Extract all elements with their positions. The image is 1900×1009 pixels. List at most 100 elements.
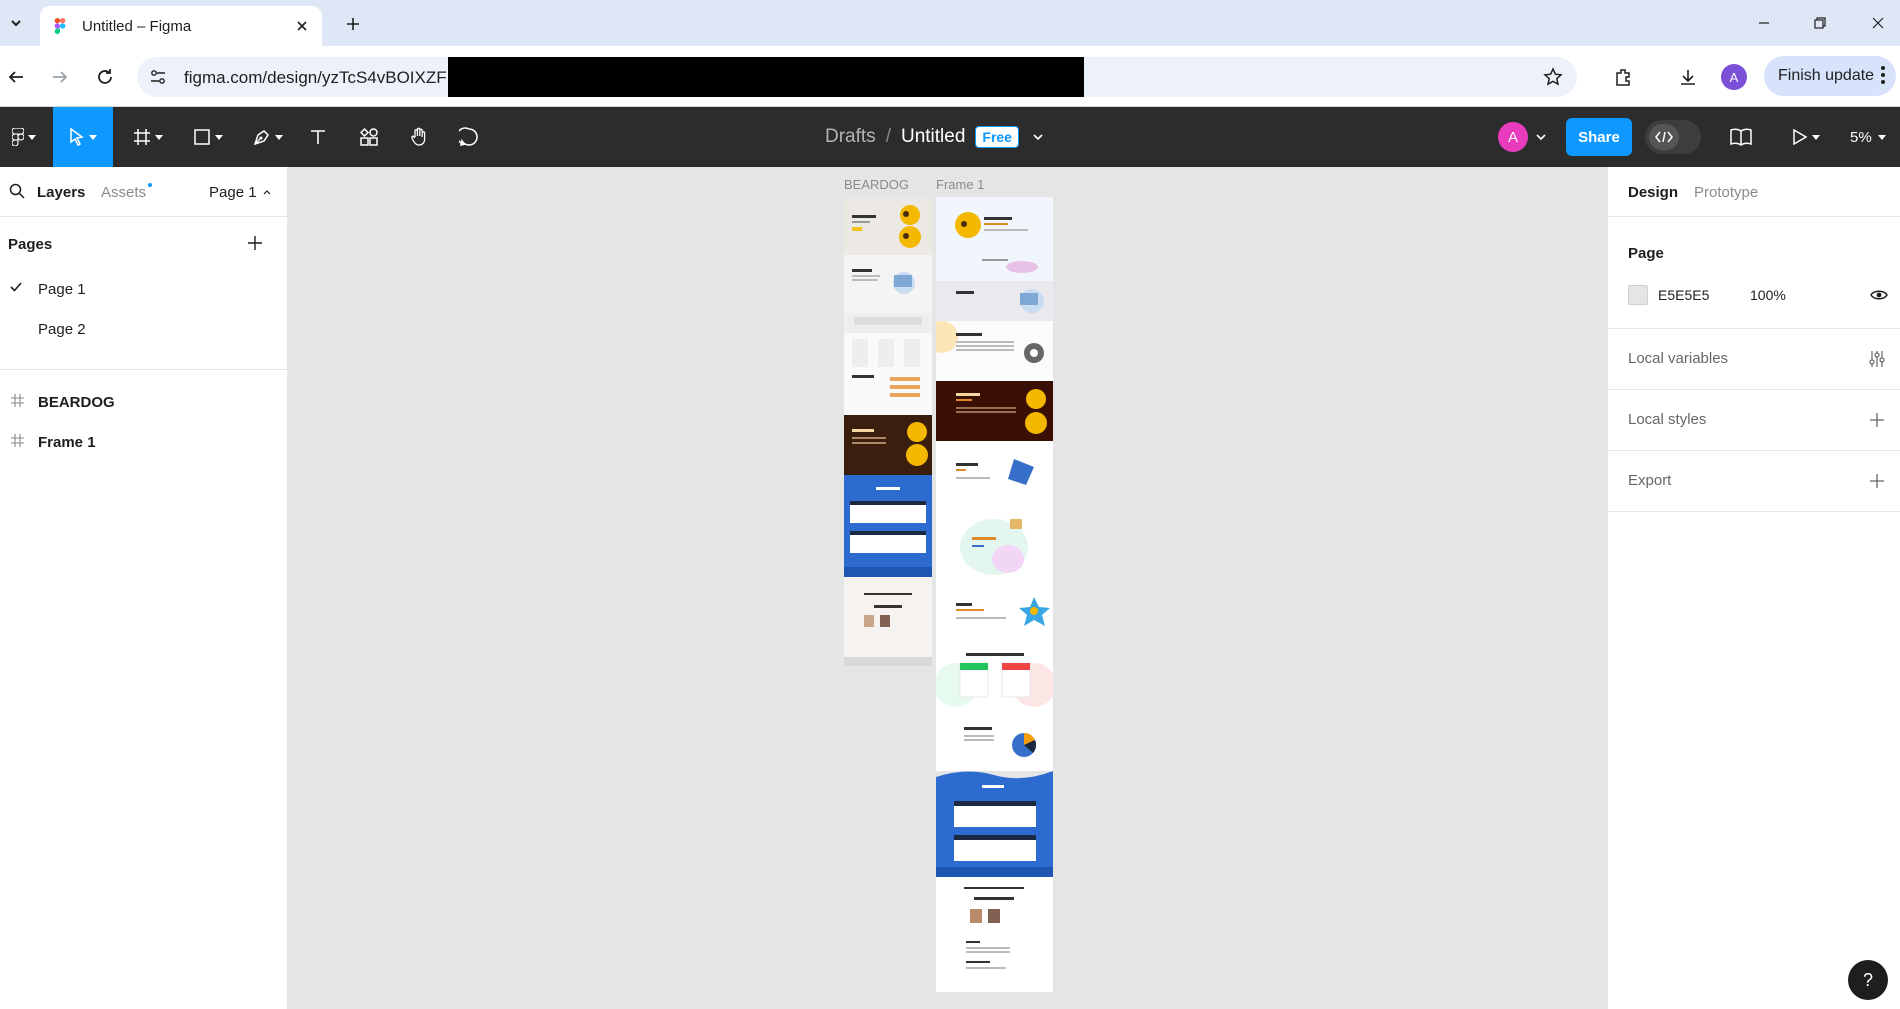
zoom-control[interactable]: 5%	[1850, 107, 1886, 167]
page-item-page-2[interactable]: Page 2	[0, 309, 287, 349]
share-button[interactable]: Share	[1566, 118, 1632, 156]
chevron-up-icon	[263, 190, 270, 195]
resources-icon	[359, 127, 378, 146]
chevron-down-icon	[155, 134, 163, 140]
reload-icon[interactable]	[91, 63, 119, 91]
hand-tool-button[interactable]	[404, 107, 434, 167]
code-icon	[1649, 124, 1679, 150]
assets-notification-dot	[148, 183, 152, 187]
variables-settings-icon[interactable]	[1869, 350, 1885, 368]
pages-title: Pages	[8, 236, 53, 253]
browser-tab[interactable]: Untitled – Figma	[40, 6, 322, 46]
frame-hash-icon	[134, 129, 150, 145]
breadcrumb-drafts[interactable]: Drafts	[825, 126, 876, 148]
frame-tool-button[interactable]	[126, 107, 170, 167]
frame-title-beardog[interactable]: BEARDOG	[844, 177, 909, 192]
play-icon	[1793, 128, 1808, 146]
dev-mode-toggle[interactable]	[1645, 120, 1701, 154]
move-tool-button[interactable]	[53, 107, 113, 167]
local-variables-section[interactable]: Local variables	[1608, 329, 1900, 390]
tab-search-chevron-icon[interactable]	[4, 11, 28, 35]
layer-item-beardog[interactable]: BEARDOG	[0, 382, 287, 422]
browser-profile-avatar[interactable]: A	[1721, 64, 1747, 90]
library-button[interactable]	[1726, 107, 1756, 167]
left-panel: Layers Assets Page 1 Pages Page 1 Page 2…	[0, 167, 288, 1009]
page-section: Page E5E5E5 100%	[1608, 217, 1900, 329]
plan-badge[interactable]: Free	[975, 126, 1019, 148]
pen-tool-button[interactable]	[246, 107, 290, 167]
page-selector-label: Page 1	[209, 184, 257, 201]
right-panel-tabs: Design Prototype	[1608, 167, 1900, 217]
page-label: Page 1	[38, 281, 86, 298]
add-export-icon[interactable]	[1869, 473, 1885, 489]
add-style-icon[interactable]	[1869, 412, 1885, 428]
tab-prototype[interactable]: Prototype	[1694, 184, 1758, 201]
extensions-icon[interactable]	[1609, 63, 1637, 91]
page-item-page-1[interactable]: Page 1	[0, 269, 287, 309]
cursor-arrow-icon	[70, 128, 84, 146]
shape-tool-button[interactable]	[186, 107, 230, 167]
zoom-level: 5%	[1850, 128, 1872, 146]
close-window-icon[interactable]	[1865, 10, 1891, 36]
export-section[interactable]: Export	[1608, 451, 1900, 512]
page-color-opacity[interactable]: 100%	[1750, 287, 1786, 303]
finish-update-button[interactable]: Finish update	[1764, 56, 1896, 96]
page-label: Page 2	[38, 321, 86, 338]
resources-tool-button[interactable]	[354, 107, 384, 167]
present-button[interactable]	[1784, 107, 1828, 167]
downloads-icon[interactable]	[1674, 63, 1702, 91]
finish-update-label: Finish update	[1778, 67, 1875, 84]
eye-icon[interactable]	[1870, 289, 1888, 301]
design-canvas[interactable]: BEARDOG Frame 1	[288, 167, 1607, 1009]
frame-title-frame-1[interactable]: Frame 1	[936, 177, 984, 192]
page-selector[interactable]: Page 1	[209, 184, 271, 201]
frame-hash-icon	[11, 394, 24, 407]
site-info-icon[interactable]	[147, 66, 169, 88]
layer-label: Frame 1	[38, 434, 96, 451]
tab-design[interactable]: Design	[1628, 184, 1678, 201]
page-color-swatch[interactable]	[1628, 285, 1648, 305]
close-tab-icon[interactable]	[292, 16, 312, 36]
local-styles-section[interactable]: Local styles	[1608, 390, 1900, 451]
omnibox[interactable]: figma.com/design/yzTcS4vBOIXZF	[137, 57, 1577, 97]
frame-beardog[interactable]	[844, 197, 932, 666]
chevron-down-icon[interactable]	[1033, 134, 1043, 140]
bookmark-star-icon[interactable]	[1541, 65, 1565, 89]
add-page-icon[interactable]	[247, 235, 263, 251]
minimize-icon[interactable]	[1751, 10, 1777, 36]
chevron-down-icon[interactable]	[1536, 134, 1546, 140]
chevron-down-icon	[275, 134, 283, 140]
search-icon[interactable]	[9, 183, 25, 199]
book-icon	[1730, 128, 1752, 146]
frame-beardog-preview	[844, 197, 932, 666]
forward-icon[interactable]	[46, 63, 74, 91]
tab-layers[interactable]: Layers	[37, 184, 85, 201]
back-icon[interactable]	[2, 63, 30, 91]
chevron-down-icon	[215, 134, 223, 140]
page-section-title: Page	[1628, 245, 1664, 262]
help-button[interactable]: ?	[1848, 960, 1888, 1000]
layer-item-frame-1[interactable]: Frame 1	[0, 422, 287, 462]
right-panel: Design Prototype Page E5E5E5 100% Local …	[1607, 167, 1900, 1009]
figma-logo-icon	[12, 128, 24, 146]
comment-icon	[459, 127, 478, 147]
restore-icon[interactable]	[1807, 10, 1833, 36]
file-name[interactable]: Untitled	[901, 126, 965, 148]
page-color-hex[interactable]: E5E5E5	[1658, 287, 1709, 303]
user-avatar[interactable]: A	[1498, 122, 1528, 152]
pages-header: Pages	[0, 217, 287, 269]
new-tab-icon[interactable]	[340, 11, 366, 37]
comment-tool-button[interactable]	[454, 107, 484, 167]
main-menu-button[interactable]	[0, 107, 48, 167]
check-icon	[10, 282, 22, 292]
chevron-down-icon	[89, 134, 97, 140]
text-tool-button[interactable]	[304, 107, 332, 167]
tab-assets[interactable]: Assets	[101, 184, 146, 201]
url-text: figma.com/design/yzTcS4vBOIXZF	[184, 68, 447, 87]
chevron-down-icon	[1877, 134, 1886, 140]
pen-icon	[253, 130, 269, 146]
more-menu-icon	[1881, 66, 1885, 84]
hand-icon	[411, 127, 426, 146]
layer-label: BEARDOG	[38, 394, 115, 411]
frame-1[interactable]	[936, 197, 1053, 992]
